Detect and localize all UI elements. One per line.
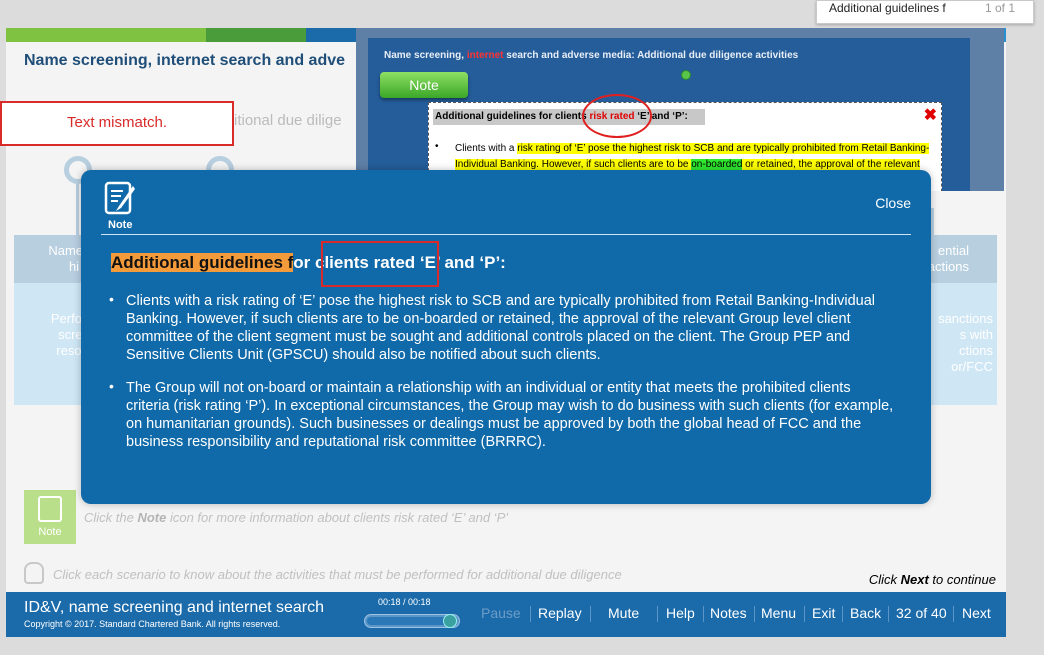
topbar-segment bbox=[6, 28, 206, 42]
next-hint-bold: Next bbox=[900, 572, 929, 587]
divider bbox=[804, 606, 805, 622]
reference-note-button: Note bbox=[380, 72, 468, 98]
divider bbox=[953, 606, 954, 622]
note-modal: Note Close Additional guidelines for cli… bbox=[81, 170, 931, 504]
progress-fill bbox=[367, 617, 455, 625]
reference-screenshot: Name screening, internet search and adve… bbox=[356, 28, 1004, 191]
divider bbox=[590, 606, 591, 622]
divider bbox=[754, 606, 755, 622]
note-button[interactable]: Note bbox=[24, 490, 76, 544]
close-button[interactable]: Close bbox=[875, 195, 911, 211]
exit-button[interactable]: Exit bbox=[812, 605, 835, 621]
note-hint: Click the Note icon for more information… bbox=[84, 510, 508, 525]
note-icon-label: Note bbox=[108, 219, 133, 231]
divider bbox=[530, 606, 531, 622]
connector-line bbox=[76, 184, 79, 236]
hand-pointer-icon bbox=[24, 562, 44, 584]
course-title: Name screening, internet search and adve bbox=[24, 52, 346, 69]
find-count: 1 of 1 bbox=[985, 1, 1016, 15]
copyright: Copyright © 2017. Standard Chartered Ban… bbox=[24, 619, 281, 629]
find-query[interactable]: Additional guidelines f bbox=[829, 1, 959, 15]
text-mismatch-annotation: Text mismatch. bbox=[0, 101, 234, 146]
topbar-segment bbox=[206, 28, 306, 42]
reference-text-segment: Clients with a bbox=[455, 143, 518, 154]
modal-divider bbox=[101, 234, 911, 235]
reference-title-red: internet bbox=[466, 50, 504, 61]
next-hint-suffix: to continue bbox=[928, 572, 996, 587]
note-hint-bold: Note bbox=[137, 510, 167, 525]
mute-button[interactable]: Mute bbox=[608, 605, 639, 621]
time-readout: 00:18 / 00:18 bbox=[378, 597, 431, 607]
divider bbox=[657, 606, 658, 622]
help-button[interactable]: Help bbox=[666, 605, 695, 621]
reference-heading-prefix: Additional guidelines for clients bbox=[435, 111, 590, 122]
reference-note-heading: Additional guidelines for clients risk r… bbox=[433, 109, 705, 125]
replay-button[interactable]: Replay bbox=[538, 605, 582, 621]
menu-button[interactable]: Menu bbox=[761, 605, 796, 621]
heading-search-highlight: Additional guidelines f bbox=[111, 253, 294, 272]
mismatch-highlight-box bbox=[321, 241, 439, 287]
guideline-bullet-1: Clients with a risk rating of ‘E’ pose t… bbox=[126, 293, 875, 363]
progress-slider[interactable] bbox=[364, 614, 460, 628]
divider bbox=[888, 606, 889, 622]
reference-title-prefix: Name screening, bbox=[384, 50, 467, 61]
bullet-marker: • bbox=[109, 291, 114, 307]
modal-heading: Additional guidelines for clients rated … bbox=[111, 253, 506, 273]
reference-text-segment: on-boarded bbox=[691, 159, 743, 170]
reference-title-suffix: search and adverse media: Additional due… bbox=[503, 50, 799, 61]
reference-text-segment: or retained, the approval of the relevan… bbox=[742, 159, 920, 170]
course-subtitle: itional due dilige bbox=[234, 112, 342, 129]
note-icon bbox=[38, 496, 62, 522]
back-button[interactable]: Back bbox=[850, 605, 881, 621]
note-hint-suffix: icon for more information about clients … bbox=[166, 510, 509, 525]
note-hint-prefix: Click the bbox=[84, 510, 138, 525]
note-button-label: Note bbox=[38, 526, 62, 538]
find-in-page-popup[interactable]: Additional guidelines f 1 of 1 bbox=[816, 0, 1034, 24]
bullet-marker: • bbox=[109, 378, 114, 394]
pause-button[interactable]: Pause bbox=[481, 605, 521, 621]
note-icon bbox=[104, 181, 135, 215]
reference-slide: Name screening, internet search and adve… bbox=[368, 38, 970, 191]
reference-rotate-handle bbox=[681, 70, 691, 80]
connector-line bbox=[931, 208, 934, 236]
next-button[interactable]: Next bbox=[962, 605, 991, 621]
divider bbox=[703, 606, 704, 622]
click-next-hint: Click Next to continue bbox=[869, 572, 996, 587]
page-indicator: 32 of 40 bbox=[896, 605, 947, 621]
reference-red-ellipse bbox=[582, 94, 652, 138]
player-controlbar: ID&V, name screening and internet search… bbox=[6, 592, 1006, 637]
guideline-bullet-2: The Group will not on-board or maintain … bbox=[126, 380, 894, 450]
reference-bullet: • bbox=[435, 141, 439, 152]
progress-knob[interactable] bbox=[443, 614, 457, 628]
reference-close-icon: ✖ bbox=[923, 107, 937, 124]
next-hint-prefix: Click bbox=[868, 572, 901, 587]
footer-title: ID&V, name screening and internet search bbox=[24, 599, 325, 616]
notes-button[interactable]: Notes bbox=[710, 605, 747, 621]
scenario-hint: Click each scenario to know about the ac… bbox=[53, 567, 622, 582]
reference-title: Name screening, internet search and adve… bbox=[384, 50, 798, 61]
divider bbox=[842, 606, 843, 622]
